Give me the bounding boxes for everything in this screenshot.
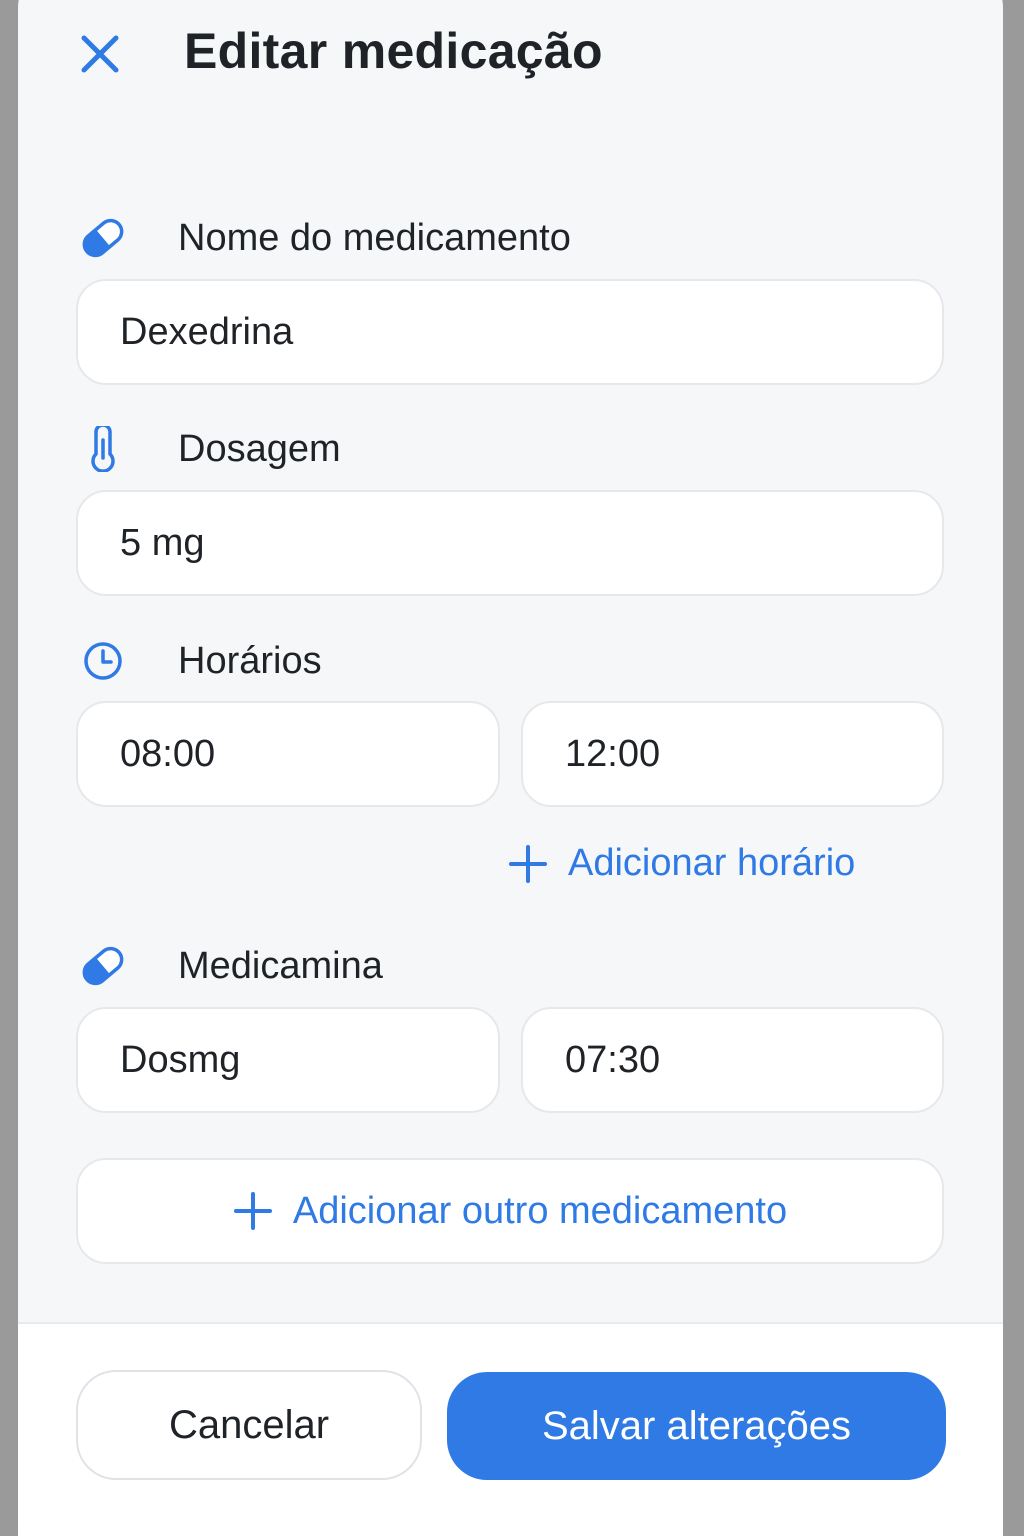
time-value-2: 12:00 bbox=[565, 732, 661, 775]
thermometer-icon bbox=[78, 424, 128, 474]
dosage-label-row: Dosagem bbox=[78, 419, 938, 479]
dosage-value: 5 mg bbox=[120, 521, 205, 564]
clock-icon bbox=[78, 636, 128, 686]
pill-icon bbox=[78, 941, 128, 991]
cancel-button[interactable]: Cancelar bbox=[76, 1370, 422, 1480]
pill-icon bbox=[78, 213, 128, 263]
time-input-2[interactable]: 12:00 bbox=[521, 701, 944, 807]
medication-name-value: Dexedrina bbox=[120, 310, 294, 353]
medication-name-label-row: Nome do medicamento bbox=[78, 208, 938, 268]
medication-name-input[interactable]: Dexedrina bbox=[76, 279, 944, 385]
footer-actions: Cancelar Salvar alterações bbox=[18, 1322, 1003, 1536]
plus-icon bbox=[233, 1191, 273, 1231]
header: Editar medicação bbox=[18, 0, 1003, 110]
second-medication-time-value: 07:30 bbox=[565, 1038, 661, 1081]
save-button[interactable]: Salvar alterações bbox=[447, 1372, 946, 1480]
time-value-1: 08:00 bbox=[120, 732, 216, 775]
schedule-label: Horários bbox=[178, 639, 322, 682]
second-medication-dose-value: Dosmg bbox=[120, 1038, 241, 1081]
edit-medication-sheet: Editar medicação Nome do medicamento Dex… bbox=[18, 0, 1003, 1536]
plus-icon bbox=[508, 844, 548, 884]
dosage-label: Dosagem bbox=[178, 427, 341, 470]
second-medication-label: Medicamina bbox=[178, 944, 383, 987]
close-icon bbox=[81, 35, 119, 73]
page-title: Editar medicação bbox=[184, 23, 603, 79]
add-time-button[interactable]: Adicionar horário bbox=[508, 842, 855, 885]
second-medication-time-input[interactable]: 07:30 bbox=[521, 1007, 944, 1113]
add-time-label: Adicionar horário bbox=[568, 842, 856, 884]
medication-name-label: Nome do medicamento bbox=[178, 216, 571, 259]
close-button[interactable] bbox=[76, 30, 124, 78]
time-input-1[interactable]: 08:00 bbox=[76, 701, 500, 807]
second-medication-label-row: Medicamina bbox=[78, 936, 938, 996]
add-medication-button[interactable]: Adicionar outro medicamento bbox=[76, 1158, 944, 1264]
add-medication-label: Adicionar outro medicamento bbox=[292, 1189, 788, 1232]
dosage-input[interactable]: 5 mg bbox=[76, 490, 944, 596]
second-medication-dose-input[interactable]: Dosmg bbox=[76, 1007, 500, 1113]
schedule-label-row: Horários bbox=[78, 631, 938, 691]
